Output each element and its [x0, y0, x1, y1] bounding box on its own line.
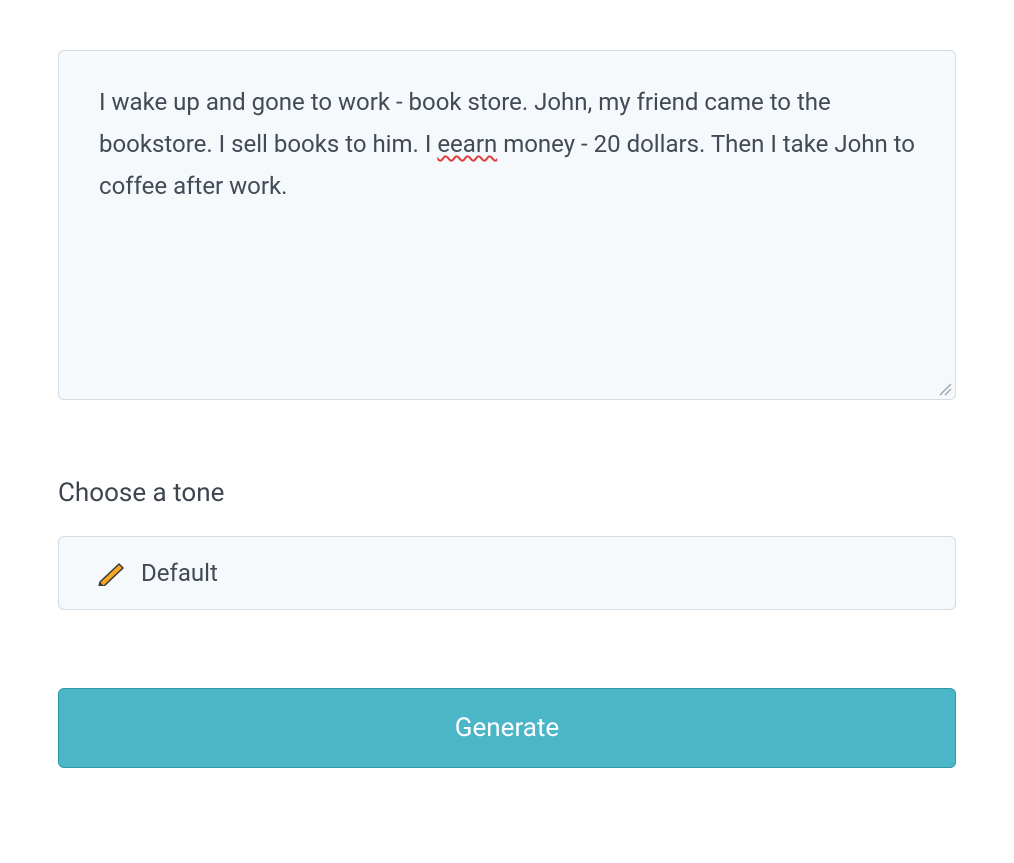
tone-select[interactable]: Default [58, 536, 956, 610]
text-input[interactable]: I wake up and gone to work - book store.… [58, 50, 956, 400]
spell-error-word: eearn [437, 130, 497, 158]
generate-button[interactable]: Generate [58, 688, 956, 768]
resize-handle-icon[interactable] [938, 382, 952, 396]
text-input-content: I wake up and gone to work - book store.… [99, 81, 915, 207]
tone-section-label: Choose a tone [58, 478, 956, 508]
tone-selected-label: Default [141, 559, 218, 587]
pencil-icon [97, 560, 127, 586]
